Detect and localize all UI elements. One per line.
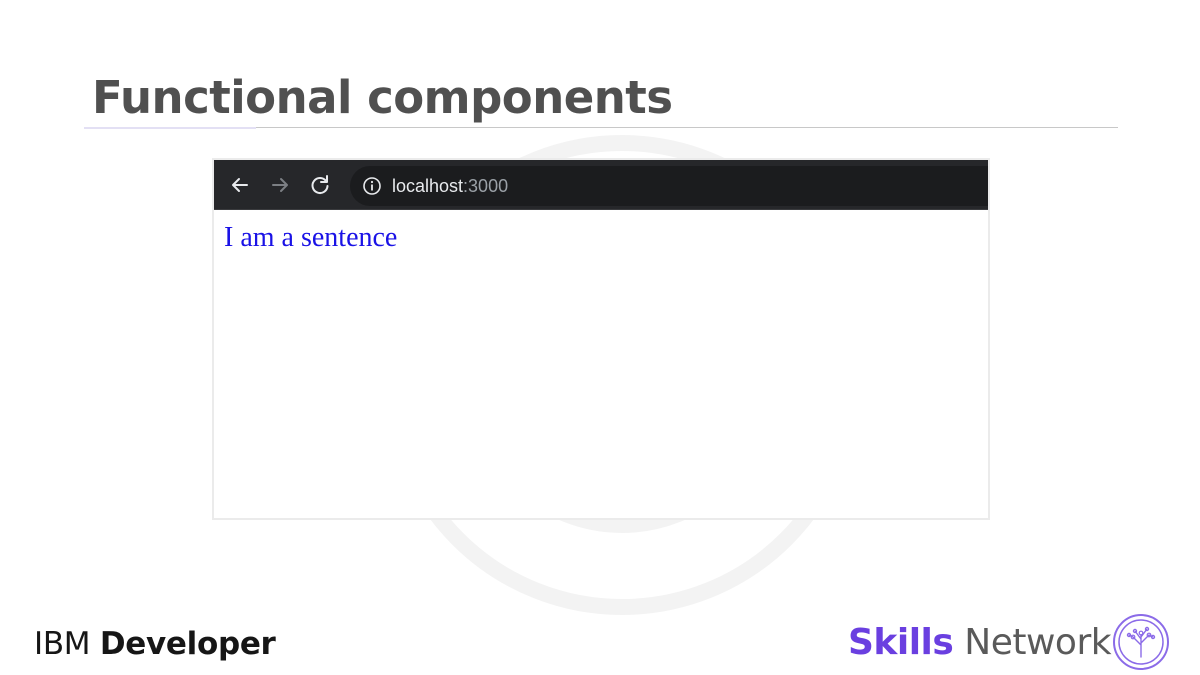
ibm-logo-text: IBM — [34, 626, 91, 662]
reload-icon — [311, 175, 329, 195]
forward-button[interactable] — [266, 171, 294, 199]
network-logo-text: Network — [964, 622, 1112, 663]
browser-toolbar: localhost:3000 — [214, 160, 988, 210]
browser-window: localhost:3000 I am a sentence — [212, 158, 990, 520]
page-sentence: I am a sentence — [224, 222, 398, 253]
info-icon[interactable] — [362, 176, 382, 196]
developer-logo-text: Developer — [99, 626, 276, 662]
address-bar[interactable]: localhost:3000 — [350, 166, 988, 206]
reload-button[interactable] — [306, 171, 334, 199]
slide-title: Functional components — [92, 71, 673, 124]
ibm-developer-logo: IBM Developer — [34, 624, 276, 664]
arrow-left-icon — [232, 178, 248, 192]
skills-logo-text: Skills — [848, 622, 954, 663]
address-text: localhost:3000 — [392, 175, 508, 197]
arrow-right-icon — [272, 178, 288, 192]
skills-network-emblem-icon — [1113, 614, 1169, 670]
url-port: :3000 — [463, 176, 509, 196]
back-button[interactable] — [226, 171, 254, 199]
skills-network-logo: Skills Network — [848, 620, 1112, 666]
title-divider-accent — [84, 127, 256, 129]
url-host: localhost — [392, 176, 464, 196]
page-viewport: I am a sentence — [214, 210, 988, 266]
